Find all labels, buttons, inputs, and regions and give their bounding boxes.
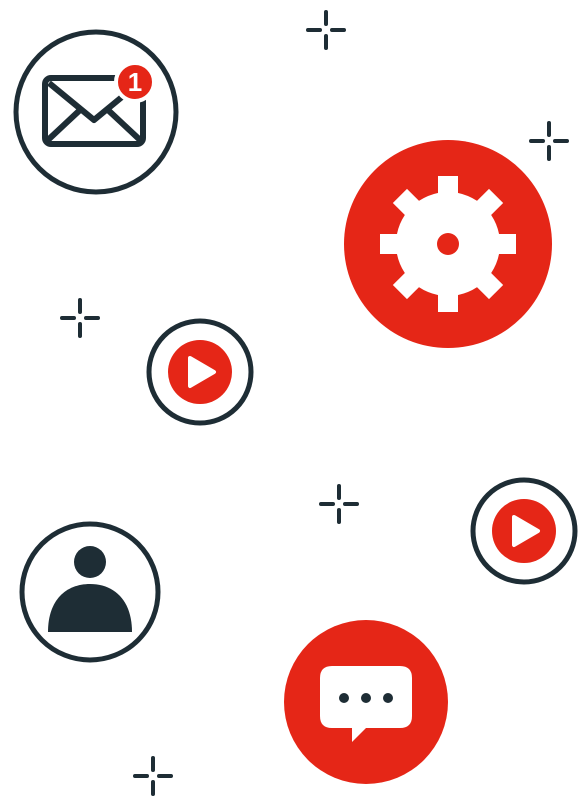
play-button[interactable] [468,475,580,587]
settings-button[interactable] [342,138,554,350]
chat-button[interactable] [282,618,452,788]
sparkle-icon [60,298,100,338]
sparkle-icon [306,10,346,50]
play-button[interactable] [144,317,256,429]
gear-icon [380,176,516,312]
user-profile-button[interactable] [18,520,164,666]
notification-badge-count: 1 [127,67,143,97]
mail-button[interactable]: 1 [12,28,182,198]
sparkle-icon [133,756,173,796]
sparkle-icon [319,484,359,524]
